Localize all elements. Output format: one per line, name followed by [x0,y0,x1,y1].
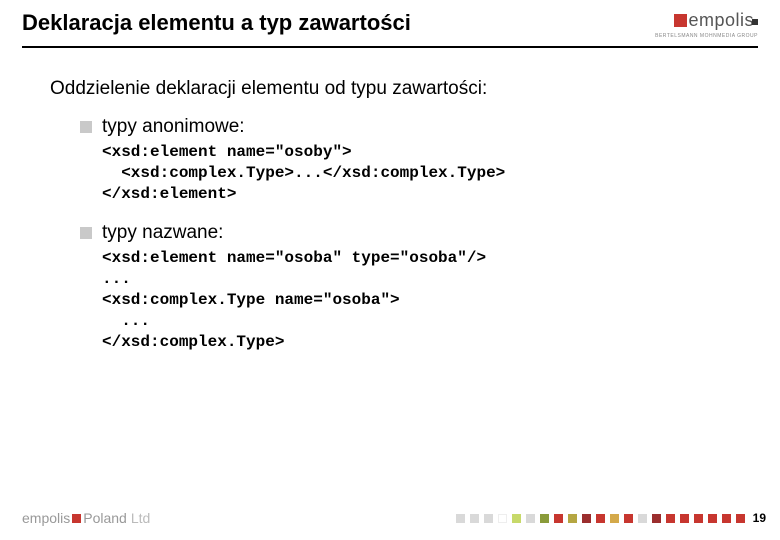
footer-dot-icon [470,514,479,523]
footer-dot-icon [694,514,703,523]
footer-logo-c: Ltd [131,510,150,526]
footer-dot-icon [708,514,717,523]
footer-logo: empolis Poland Ltd [22,510,150,526]
footer-right: 19 [456,511,766,525]
slide-content: Oddzielenie deklaracji elementu od typu … [0,48,780,352]
footer-dot-icon [540,514,549,523]
bullet-label-2: typy nazwane: [102,222,223,244]
code-block-2: <xsd:element name="osoba" type="osoba"/>… [102,248,730,352]
footer-dot-icon [624,514,633,523]
footer-dot-icon [680,514,689,523]
lead-text: Oddzielenie deklaracji elementu od typu … [50,78,730,100]
bullet-item-2: typy nazwane: [80,222,730,244]
footer-dot-icon [610,514,619,523]
footer-square-icon [72,514,81,523]
footer-dot-icon [582,514,591,523]
code-block-1: <xsd:element name="osoby"> <xsd:complex.… [102,142,730,204]
square-bullet-icon [80,121,92,133]
logo-square-icon [674,14,687,27]
logo-top: empolis [655,10,758,31]
slide-title: Deklaracja elementu a typ zawartości [22,10,411,46]
brand-logo: empolis BERTELSMANN MOHNMEDIA GROUP [655,10,758,39]
slide-footer: empolis Poland Ltd 19 [22,510,766,526]
footer-dot-icon [736,514,745,523]
footer-dot-icon [456,514,465,523]
logo-text: empolis [688,10,754,31]
bullet-label-1: typy anonimowe: [102,116,245,138]
footer-dot-icon [526,514,535,523]
footer-logo-b: Poland [83,510,127,526]
footer-dots [456,514,745,523]
footer-dot-icon [568,514,577,523]
footer-logo-a: empolis [22,510,70,526]
footer-dot-icon [722,514,731,523]
footer-dot-icon [484,514,493,523]
bullet-item-1: typy anonimowe: [80,116,730,138]
square-bullet-icon [80,227,92,239]
footer-dot-icon [596,514,605,523]
slide-header: Deklaracja elementu a typ zawartości emp… [0,0,780,46]
page-number: 19 [753,511,766,525]
footer-dot-icon [498,514,507,523]
footer-dot-icon [554,514,563,523]
logo-accent-icon [752,19,758,25]
footer-dot-icon [666,514,675,523]
footer-dot-icon [638,514,647,523]
logo-subtext: BERTELSMANN MOHNMEDIA GROUP [655,33,758,39]
footer-dot-icon [512,514,521,523]
footer-dot-icon [652,514,661,523]
